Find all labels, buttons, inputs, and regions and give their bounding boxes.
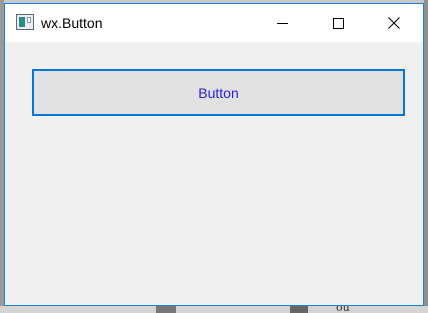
client-area: Button <box>5 42 423 305</box>
app-window: wx.Button Button <box>4 3 424 306</box>
desktop-fragment <box>290 306 308 313</box>
window-app-icon[interactable] <box>16 14 34 30</box>
maximize-icon <box>332 17 344 29</box>
main-button[interactable]: Button <box>32 69 405 116</box>
minimize-button[interactable] <box>259 4 305 42</box>
desktop-background-bottom <box>0 306 428 313</box>
close-icon <box>388 14 400 33</box>
desktop-fragment <box>156 306 176 313</box>
desktop-background-right <box>424 0 428 313</box>
title-bar[interactable]: wx.Button <box>5 4 423 42</box>
close-button[interactable] <box>371 4 417 42</box>
maximize-button[interactable] <box>315 4 361 42</box>
window-title: wx.Button <box>41 15 103 31</box>
minimize-icon <box>276 22 288 24</box>
